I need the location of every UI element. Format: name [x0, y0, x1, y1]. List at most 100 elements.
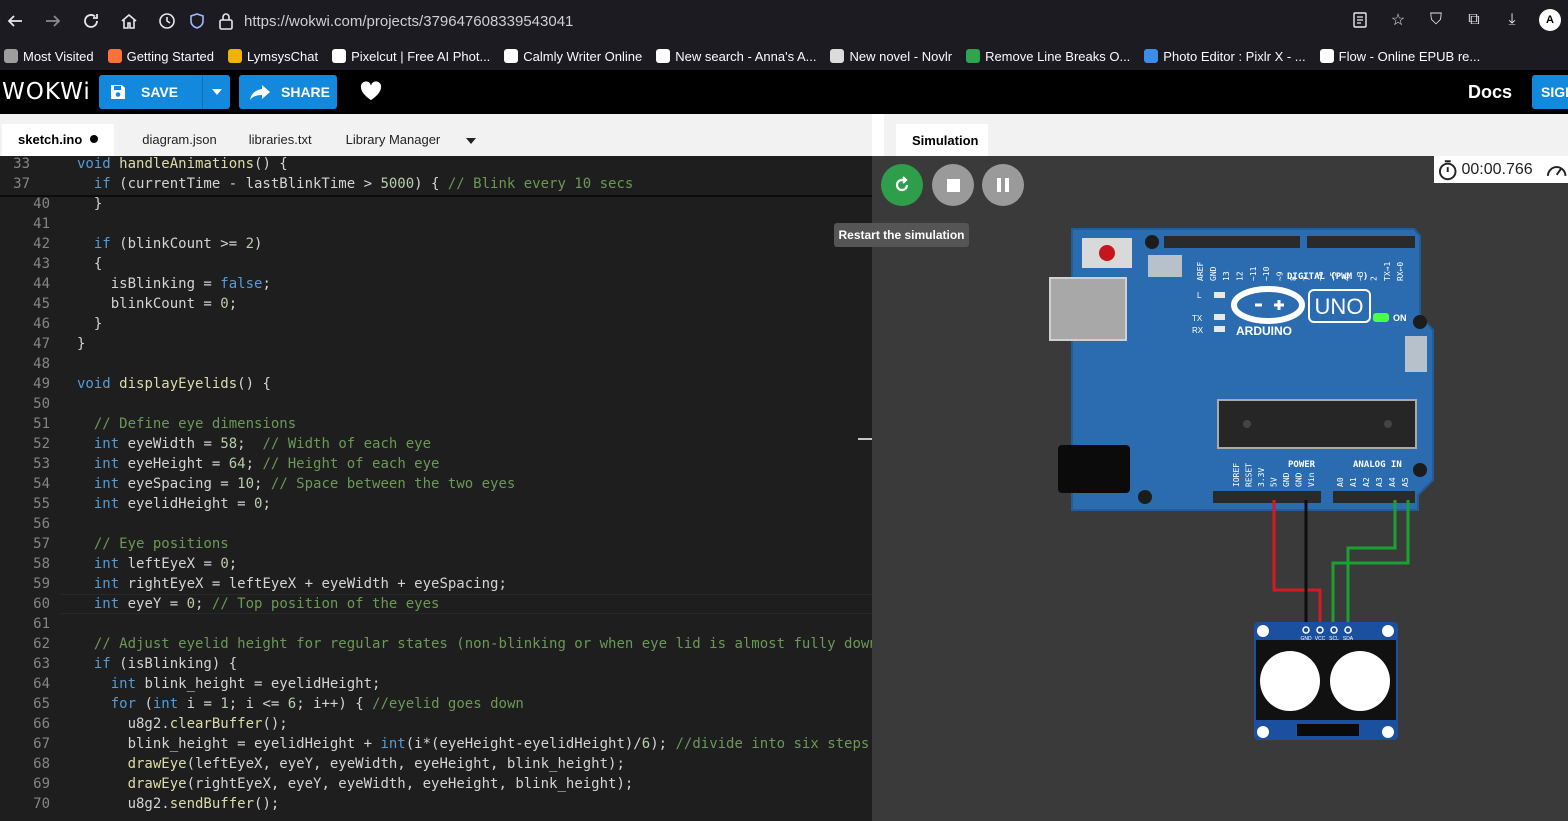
bookmark-item[interactable]: LymsysChat: [228, 49, 318, 64]
code-line[interactable]: 57 // Eye positions: [0, 534, 872, 554]
reader-view-icon[interactable]: [1348, 6, 1372, 34]
home-icon[interactable]: [110, 2, 148, 40]
speedometer-icon[interactable]: [1545, 159, 1568, 181]
bookmark-item[interactable]: Calmly Writer Online: [504, 49, 642, 64]
tab-diagram[interactable]: diagram.json: [114, 124, 232, 156]
code-line[interactable]: 69 drawEye(rightEyeX, eyeY, eyeWidth, ey…: [0, 774, 872, 794]
code-line[interactable]: 62 // Adjust eyelid height for regular s…: [0, 634, 872, 654]
code-text[interactable]: if (isBlinking) {: [77, 654, 237, 674]
code-text[interactable]: int eyeHeight = 64; // Height of each ey…: [77, 454, 440, 474]
code-line[interactable]: 42 if (blinkCount >= 2): [0, 234, 872, 254]
code-line[interactable]: 64 int blink_height = eyelidHeight;: [0, 674, 872, 694]
tab-libraries[interactable]: libraries.txt: [233, 124, 328, 156]
share-button[interactable]: SHARE: [239, 75, 337, 109]
save-dropdown-button[interactable]: [202, 75, 230, 109]
url-text[interactable]: https://wokwi.com/projects/3796476083395…: [244, 13, 573, 30]
code-text[interactable]: int eyelidHeight = 0;: [77, 494, 271, 514]
history-icon[interactable]: [148, 2, 186, 40]
code-line[interactable]: 70 u8g2.sendBuffer();: [0, 794, 872, 814]
account-avatar[interactable]: A: [1539, 9, 1561, 31]
bookmark-item[interactable]: Most Visited: [4, 49, 94, 64]
code-line[interactable]: 60 int eyeY = 0; // Top position of the …: [0, 594, 872, 614]
bookmark-item[interactable]: Remove Line Breaks O...: [966, 49, 1130, 64]
tab-library-manager[interactable]: Library Manager: [328, 124, 457, 156]
save-button[interactable]: SAVE: [99, 75, 202, 109]
code-line[interactable]: 46 }: [0, 314, 872, 334]
code-line[interactable]: 33 void handleAnimations() {: [0, 156, 872, 174]
code-text[interactable]: int eyeWidth = 58; // Width of each eye: [77, 434, 431, 454]
code-text[interactable]: int eyeY = 0; // Top position of the eye…: [77, 594, 440, 614]
tabs-dropdown-icon[interactable]: [466, 138, 477, 144]
code-text[interactable]: for (int i = 1; i <= 6; i++) { //eyelid …: [77, 694, 524, 714]
code-line[interactable]: 54 int eyeSpacing = 10; // Space between…: [0, 474, 872, 494]
bookmark-star-icon[interactable]: ☆: [1386, 6, 1410, 34]
code-text[interactable]: // Eye positions: [77, 534, 229, 554]
code-text[interactable]: void handleAnimations() {: [77, 156, 288, 174]
code-line[interactable]: 65 for (int i = 1; i <= 6; i++) { //eyel…: [0, 694, 872, 714]
pocket-icon[interactable]: ⛉: [1424, 6, 1448, 34]
code-line[interactable]: 56: [0, 514, 872, 534]
code-text[interactable]: int leftEyeX = 0;: [77, 554, 237, 574]
reset-button[interactable]: [1099, 245, 1115, 261]
heart-icon[interactable]: [360, 81, 382, 101]
code-line[interactable]: 68 drawEye(leftEyeX, eyeY, eyeWidth, eye…: [0, 754, 872, 774]
wokwi-logo[interactable]: WOKWi: [2, 79, 98, 105]
code-line[interactable]: 50: [0, 394, 872, 414]
code-line[interactable]: 53 int eyeHeight = 64; // Height of each…: [0, 454, 872, 474]
code-text[interactable]: isBlinking = false;: [77, 274, 271, 294]
code-line[interactable]: 63 if (isBlinking) {: [0, 654, 872, 674]
code-line[interactable]: 51 // Define eye dimensions: [0, 414, 872, 434]
code-line[interactable]: 47}: [0, 334, 872, 354]
code-line[interactable]: 37 if (currentTime - lastBlinkTime > 500…: [0, 174, 872, 194]
address-bar[interactable]: https://wokwi.com/projects/3796476083395…: [188, 6, 1528, 36]
code-text[interactable]: }: [77, 194, 102, 214]
code-text[interactable]: blink_height = eyelidHeight + int(i*(eye…: [77, 734, 870, 754]
code-text[interactable]: }: [77, 334, 85, 354]
code-line[interactable]: 45 blinkCount = 0;: [0, 294, 872, 314]
code-text[interactable]: // Adjust eyelid height for regular stat…: [77, 634, 872, 654]
code-text[interactable]: drawEye(rightEyeX, eyeY, eyeWidth, eyeHe…: [77, 774, 634, 794]
code-line[interactable]: 66 u8g2.clearBuffer();: [0, 714, 872, 734]
code-text[interactable]: int rightEyeX = leftEyeX + eyeWidth + ey…: [77, 574, 507, 594]
code-line[interactable]: 55 int eyelidHeight = 0;: [0, 494, 872, 514]
code-line[interactable]: 52 int eyeWidth = 58; // Width of each e…: [0, 434, 872, 454]
back-icon[interactable]: [0, 2, 34, 40]
simulation-canvas[interactable]: UNO ARDUINO ON L TX RX DIGITAL (PWM ~) P…: [872, 156, 1568, 821]
bookmark-item[interactable]: New novel - Novlr: [830, 49, 952, 64]
shield-icon[interactable]: [188, 12, 206, 30]
oled-display[interactable]: GND VCC SCL SDA: [1254, 622, 1398, 740]
docs-link[interactable]: Docs: [1468, 82, 1512, 103]
code-line[interactable]: 59 int rightEyeX = leftEyeX + eyeWidth +…: [0, 574, 872, 594]
restart-simulation-button[interactable]: [881, 164, 923, 206]
vcc-wire[interactable]: [1272, 500, 1322, 628]
code-text[interactable]: u8g2.sendBuffer();: [77, 794, 280, 814]
bookmark-item[interactable]: Photo Editor : Pixlr X - ...: [1144, 49, 1306, 64]
bookmark-item[interactable]: New search - Anna's A...: [656, 49, 816, 64]
tab-sketch[interactable]: sketch.ino: [2, 124, 115, 156]
lock-icon[interactable]: [218, 12, 234, 30]
bookmark-item[interactable]: Getting Started: [107, 49, 214, 64]
code-line[interactable]: 48: [0, 354, 872, 374]
code-text[interactable]: int eyeSpacing = 10; // Space between th…: [77, 474, 515, 494]
code-line[interactable]: 40 }: [0, 194, 872, 214]
tab-simulation[interactable]: Simulation: [896, 124, 988, 156]
pause-simulation-button[interactable]: [982, 164, 1024, 206]
scl-wire[interactable]: [1331, 500, 1410, 628]
code-text[interactable]: drawEye(leftEyeX, eyeY, eyeWidth, eyeHei…: [77, 754, 625, 774]
code-line[interactable]: 58 int leftEyeX = 0;: [0, 554, 872, 574]
stop-simulation-button[interactable]: [932, 164, 974, 206]
code-line[interactable]: 49 void displayEyelids() {: [0, 374, 872, 394]
code-text[interactable]: }: [77, 314, 102, 334]
code-text[interactable]: if (currentTime - lastBlinkTime > 5000) …: [77, 174, 633, 194]
bookmark-item[interactable]: Flow - Online EPUB re...: [1319, 49, 1480, 64]
sign-in-button[interactable]: SIGI: [1532, 75, 1568, 109]
code-line[interactable]: 41: [0, 214, 872, 234]
code-text[interactable]: int blink_height = eyelidHeight;: [77, 674, 381, 694]
arduino-uno-board[interactable]: UNO ARDUINO ON L TX RX DIGITAL (PWM ~) P…: [1049, 228, 1434, 511]
code-editor[interactable]: 33 void handleAnimations() {37 if (curren…: [0, 156, 872, 821]
code-text[interactable]: u8g2.clearBuffer();: [77, 714, 288, 734]
extensions-icon[interactable]: ⧉: [1462, 6, 1486, 34]
code-text[interactable]: // Define eye dimensions: [77, 414, 296, 434]
reload-icon[interactable]: [72, 2, 110, 40]
code-text[interactable]: {: [77, 254, 102, 274]
